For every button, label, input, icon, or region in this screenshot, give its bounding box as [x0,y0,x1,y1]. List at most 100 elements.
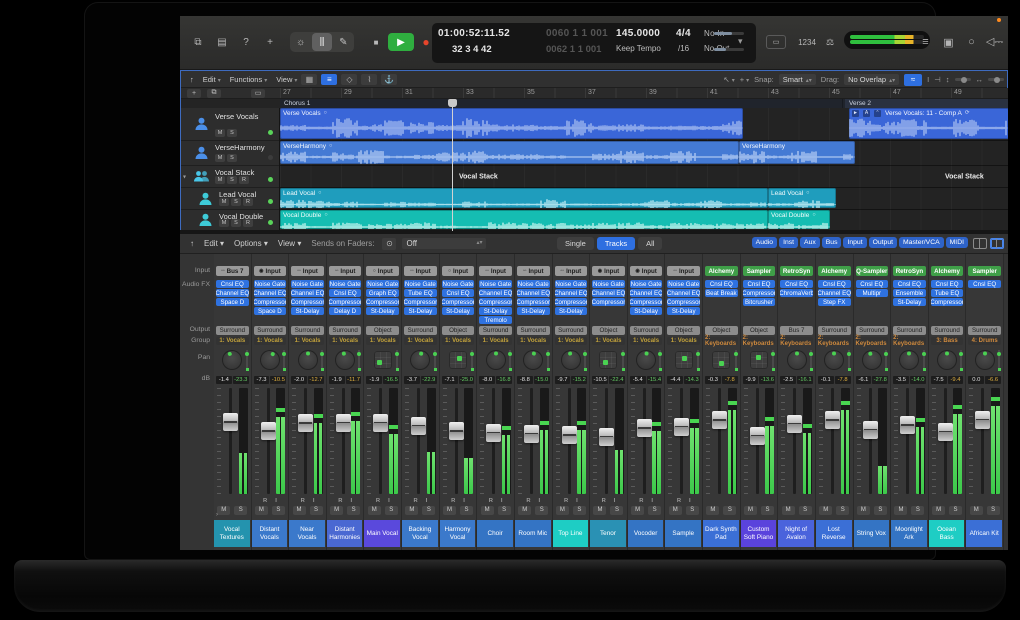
fx-plugin-button[interactable]: Tube EQ [404,289,437,297]
solo-button[interactable]: S [234,506,247,515]
output-slot[interactable]: Object [442,326,475,335]
fx-plugin-button[interactable]: Channel EQ [630,289,663,297]
fader-track[interactable] [944,388,947,494]
bar-ruler[interactable]: 272931333537394143454749 [280,88,1008,99]
stop-button[interactable]: ■ [366,33,386,51]
track-solo-button[interactable]: S [227,176,237,184]
fader-cap[interactable] [336,414,351,432]
record-enable-button[interactable]: R [301,498,305,504]
fx-plugin-button[interactable]: Tube EQ [931,289,964,297]
strip-name[interactable]: Distant Vocals [252,520,288,547]
pointer-tool[interactable]: ↖▾ [723,75,734,84]
fader-track[interactable] [229,388,232,494]
strip-name[interactable]: Sample [665,520,701,547]
input-slot[interactable]: ○Input [366,266,399,276]
group-slot[interactable]: 1: Vocals [291,337,324,345]
output-slot[interactable]: Surround [555,326,588,335]
mute-button[interactable]: M [481,506,494,515]
solo-button[interactable]: S [949,506,962,515]
fx-plugin-button[interactable]: Noise Gate [329,280,362,288]
pan-knob[interactable] [260,350,280,370]
mute-button[interactable]: M [970,506,983,515]
automation-icon[interactable]: ◇ [341,74,357,85]
fx-plugin-button[interactable]: Beat Break [705,289,738,297]
mute-button[interactable]: M [556,506,569,515]
group-slot[interactable]: 2: Keyboards [780,337,813,345]
mixer-menu-options[interactable]: Options ▾ [234,239,268,248]
fader-cap[interactable] [863,421,878,439]
take-flatten-icon[interactable]: ⌃ [874,110,881,117]
solo-button[interactable]: S [911,506,924,515]
fader-track[interactable] [718,388,721,494]
region-verse-vocals-11-comp-a[interactable]: ►A⌃Verse Vocals: 11 - Comp A⟳ [849,108,1008,139]
strip-name[interactable]: Room Mic [515,520,551,547]
mute-button[interactable]: M [255,506,268,515]
record-enable-button[interactable]: R [451,498,455,504]
track-record-button[interactable]: R [243,219,253,227]
fx-plugin-button[interactable]: Compressor [743,289,776,297]
snap-select[interactable]: Smart▴▾ [779,74,816,85]
mute-button[interactable]: M [368,506,381,515]
solo-button[interactable]: S [347,506,360,515]
scope-tracks[interactable]: Tracks [597,237,635,250]
fader-cap[interactable] [261,422,276,440]
output-slot[interactable]: Surround [216,326,249,335]
group-slot[interactable]: 1: Vocals [592,337,625,345]
output-slot[interactable]: Surround [254,326,287,335]
input-slot[interactable]: Q-Sampler [856,266,889,276]
output-slot[interactable]: Object [705,326,738,335]
input-monitor-button[interactable]: I [275,498,277,504]
track-solo-button[interactable]: S [227,129,237,137]
pan-spread-slider[interactable] [283,350,285,368]
pan-knob[interactable] [899,350,919,370]
pan-spread-slider[interactable] [923,350,925,368]
pan-object-pad[interactable] [750,351,768,369]
track-header-verseharmony[interactable]: VerseHarmonyMS [181,141,279,166]
group-slot[interactable]: 2: Keyboards [705,337,738,345]
fx-plugin-button[interactable]: Channel EQ [479,289,512,297]
pan-spread-slider[interactable] [697,350,699,368]
pan-knob[interactable] [298,350,318,370]
fx-plugin-button[interactable]: Cnsl EQ [818,280,851,288]
input-slot[interactable]: Sampler [743,266,776,276]
pan-knob[interactable] [523,350,543,370]
strip-name[interactable]: Custom Soft Piano [741,520,777,547]
input-slot[interactable]: ▫▫Input [667,266,700,276]
horizontal-zoom-slider[interactable] [988,78,1004,81]
fx-plugin-button[interactable]: Space D [216,298,249,306]
marquee-icon[interactable]: I [927,75,929,84]
fx-plugin-button[interactable]: Multipr [856,289,889,297]
solo-button[interactable]: S [310,506,323,515]
pan-knob[interactable] [561,350,581,370]
input-monitor-button[interactable]: I [501,498,503,504]
fx-plugin-button[interactable]: Compressor [479,298,512,306]
input-slot[interactable]: ▫▫Input [404,266,437,276]
group-slot[interactable]: 2: Keyboards [856,337,889,345]
strip-name[interactable]: Tenor [590,520,626,547]
mute-button[interactable]: M [782,506,795,515]
solo-button[interactable]: S [723,506,736,515]
input-slot[interactable]: ▫▫Input [479,266,512,276]
fx-plugin-button[interactable]: Cnsl EQ [931,280,964,288]
solo-button[interactable]: S [535,506,548,515]
fx-plugin-button[interactable]: Cnsl EQ [780,280,813,288]
input-monitor-button[interactable]: I [463,498,465,504]
note-pads-icon[interactable]: ▣ [939,33,958,51]
region-vocal-double[interactable]: Vocal Double○ [280,210,768,229]
mute-button[interactable]: M [819,506,832,515]
fader-cap[interactable] [938,423,953,441]
fader-cap[interactable] [562,426,577,444]
input-slot[interactable]: RetroSyn [893,266,926,276]
fader-cap[interactable] [411,417,426,435]
fx-plugin-button[interactable]: Compressor [329,298,362,306]
pan-object-pad[interactable] [675,351,693,369]
pan-spread-slider[interactable] [810,350,812,368]
filter-master-vca[interactable]: Master/VCA [899,237,944,248]
input-monitor-button[interactable]: I [614,498,616,504]
panels-icon[interactable]: ⧉ [188,33,208,51]
fader-track[interactable] [869,388,872,494]
output-slot[interactable]: Object [743,326,776,335]
solo-button[interactable]: S [498,506,511,515]
output-slot[interactable]: Surround [517,326,550,335]
fader-cap[interactable] [787,415,802,433]
